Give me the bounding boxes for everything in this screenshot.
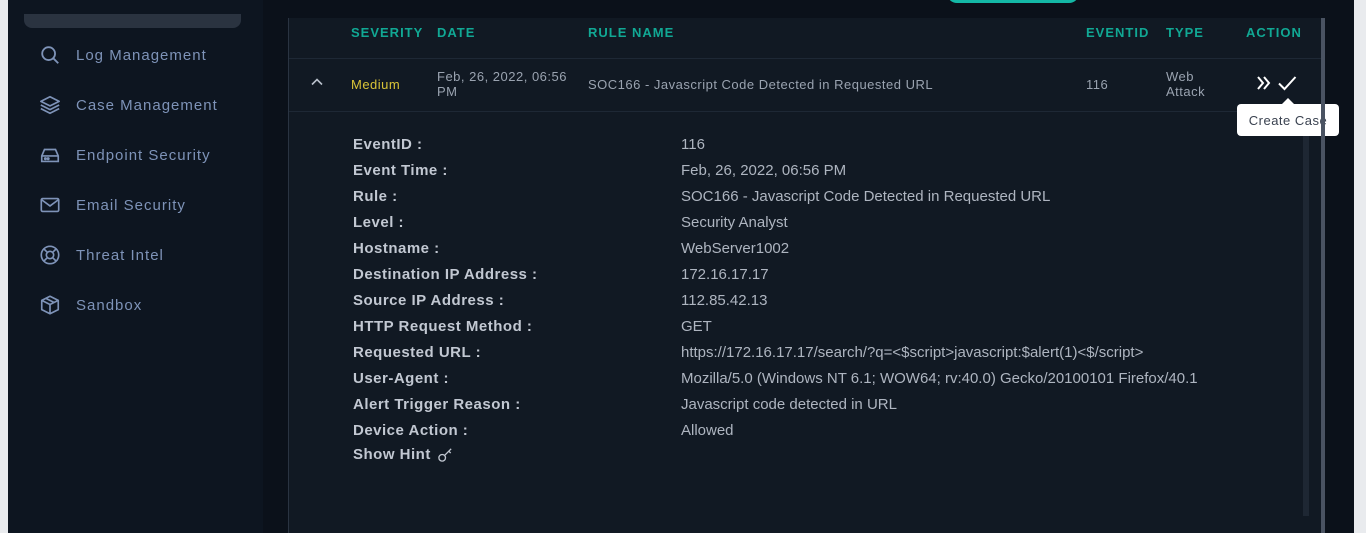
detail-key: Rule :	[353, 188, 398, 205]
detail-key: Alert Trigger Reason :	[353, 396, 521, 413]
type-line: Attack	[1166, 84, 1206, 99]
detail-key: HTTP Request Method :	[353, 318, 533, 335]
sidebar-item-sandbox[interactable]: Sandbox	[24, 280, 254, 330]
event-details: EventID : 116 Event Time : Feb, 26, 2022…	[289, 111, 1322, 531]
sidebar-item-endpoint-security[interactable]: Endpoint Security	[24, 130, 254, 180]
window-border	[1354, 0, 1366, 533]
rule-name-cell: SOC166 - Javascript Code Detected in Req…	[588, 77, 934, 92]
detail-value: 172.16.17.17	[681, 266, 769, 283]
detail-key: Hostname :	[353, 240, 440, 257]
detail-value: 116	[681, 136, 705, 153]
sidebar-item-label: Case Management	[76, 96, 218, 114]
sidebar-item-case-management[interactable]: Case Management	[24, 80, 254, 130]
sidebar-item-label: Sandbox	[76, 296, 143, 314]
panel-scrollbar[interactable]	[1321, 18, 1325, 533]
sidebar-item-email-security[interactable]: Email Security	[24, 180, 254, 230]
show-hint-button[interactable]: Show Hint	[353, 446, 454, 463]
sidebar-item-label: Log Management	[76, 46, 207, 64]
detail-key: Requested URL :	[353, 344, 482, 361]
date-line: PM	[437, 84, 458, 99]
alerts-panel: SEVERITY DATE RULE NAME EVENTID TYPE ACT…	[288, 18, 1339, 533]
severity-badge: Medium	[351, 77, 401, 92]
date-cell: Feb, 26, 2022, 06:56 PM	[437, 69, 567, 99]
col-type: TYPE	[1166, 25, 1204, 40]
col-eventid: EVENTID	[1086, 25, 1150, 40]
col-date: DATE	[437, 25, 476, 40]
sidebar-item-threat-intel[interactable]: Threat Intel	[24, 230, 254, 280]
main-content: SEVERITY DATE RULE NAME EVENTID TYPE ACT…	[263, 0, 1354, 533]
detail-value: Javascript code detected in URL	[681, 396, 897, 413]
lifebuoy-icon	[37, 242, 63, 268]
type-line: Web	[1166, 69, 1194, 84]
sidebar-active-item-edge[interactable]	[24, 14, 241, 28]
eventid-cell: 116	[1086, 77, 1109, 92]
hard-drive-icon	[37, 142, 63, 168]
detail-value: Allowed	[681, 422, 734, 439]
top-action-button[interactable]	[947, 0, 1079, 3]
date-line: Feb, 26, 2022, 06:56	[437, 69, 567, 84]
key-icon	[438, 448, 452, 462]
detail-value: Security Analyst	[681, 214, 788, 231]
detail-value: GET	[681, 318, 712, 335]
chevron-up-icon[interactable]	[309, 74, 325, 90]
type-cell: Web Attack	[1166, 69, 1205, 99]
check-icon[interactable]	[1276, 72, 1298, 94]
col-action: ACTION	[1246, 25, 1302, 40]
chevrons-right-icon[interactable]	[1253, 72, 1275, 94]
detail-key: Destination IP Address :	[353, 266, 538, 283]
search-icon	[37, 42, 63, 68]
tooltip-text: Create Case	[1248, 112, 1328, 128]
detail-value: Mozilla/5.0 (Windows NT 6.1; WOW64; rv:4…	[681, 370, 1198, 387]
detail-value: 112.85.42.13	[681, 292, 768, 309]
detail-key: EventID :	[353, 136, 423, 153]
col-rule-name: RULE NAME	[588, 25, 675, 40]
mail-icon	[37, 192, 63, 218]
detail-value: Feb, 26, 2022, 06:56 PM	[681, 162, 847, 179]
detail-value: WebServer1002	[681, 240, 790, 257]
sidebar-item-log-management[interactable]: Log Management	[24, 30, 254, 80]
detail-value: SOC166 - Javascript Code Detected in Req…	[681, 188, 1051, 205]
detail-key: Event Time :	[353, 162, 448, 179]
sidebar-item-label: Endpoint Security	[76, 146, 211, 164]
sidebar-item-label: Threat Intel	[76, 246, 164, 264]
detail-key: User-Agent :	[353, 370, 450, 387]
details-scrollbar[interactable]	[1303, 134, 1309, 516]
detail-key: Level :	[353, 214, 405, 231]
detail-value: https://172.16.17.17/search/?q=<$script>…	[681, 344, 1144, 361]
table-header: SEVERITY DATE RULE NAME EVENTID TYPE ACT…	[289, 18, 1322, 59]
sidebar-item-label: Email Security	[76, 196, 186, 214]
layers-icon	[37, 92, 63, 118]
sidebar-nav: Log Management Case Management Endpoint …	[24, 30, 254, 330]
detail-key: Source IP Address :	[353, 292, 505, 309]
detail-key: Device Action :	[353, 422, 469, 439]
sidebar: Log Management Case Management Endpoint …	[8, 0, 264, 533]
col-severity: SEVERITY	[351, 25, 424, 40]
app-frame: Log Management Case Management Endpoint …	[8, 0, 1354, 533]
table-row[interactable]: Medium Feb, 26, 2022, 06:56 PM SOC166 - …	[289, 58, 1322, 112]
cube-icon	[37, 292, 63, 318]
show-hint-label: Show Hint	[353, 446, 431, 463]
